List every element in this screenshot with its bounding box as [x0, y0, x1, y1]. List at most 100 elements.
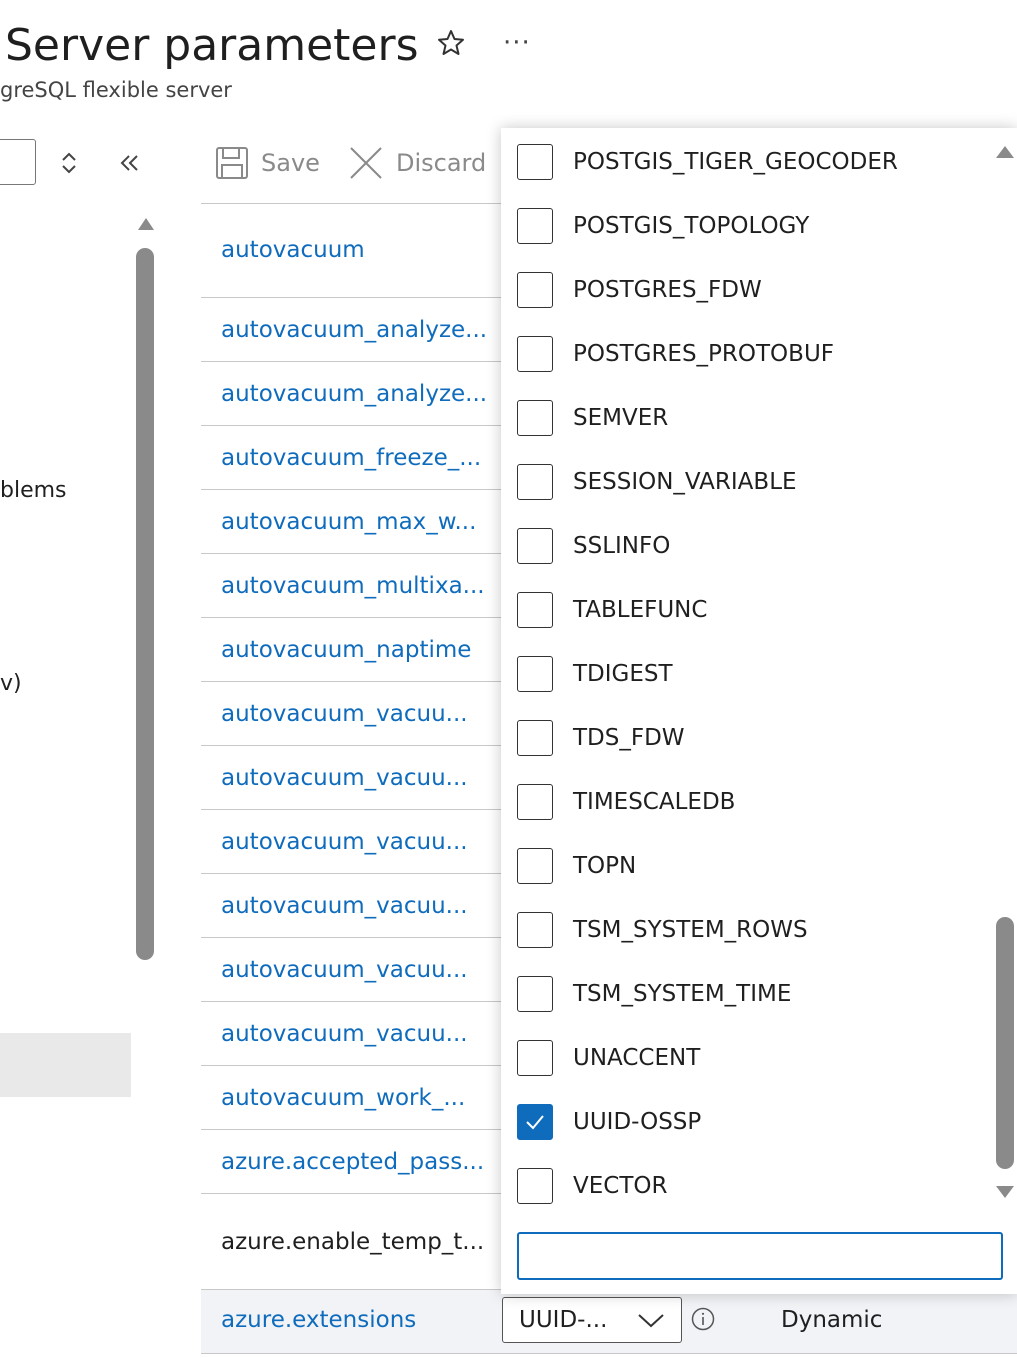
option-label: POSTGIS_TOPOLOGY [573, 213, 810, 239]
checkbox[interactable] [517, 976, 553, 1012]
table-row[interactable]: autovacuum_freeze_... [201, 426, 501, 490]
parameter-name-link[interactable]: autovacuum [201, 237, 491, 263]
checkbox[interactable] [517, 784, 553, 820]
parameter-name-link[interactable]: autovacuum_vacuu... [201, 765, 491, 791]
scroll-up-icon[interactable] [995, 144, 1015, 160]
table-row[interactable]: autovacuum_vacuu... [201, 1002, 501, 1066]
option-postgres-fdw[interactable]: POSTGRES_FDW [517, 269, 762, 311]
option-label: TDS_FDW [573, 725, 685, 751]
page-title: Server parameters [5, 20, 419, 71]
parameter-name-link[interactable]: autovacuum_multixa... [201, 573, 491, 599]
checkbox[interactable] [517, 464, 553, 500]
option-label: TOPN [573, 853, 637, 879]
checkbox[interactable] [517, 848, 553, 884]
parameter-name-link[interactable]: autovacuum_max_w... [201, 509, 491, 535]
checkbox[interactable] [517, 1040, 553, 1076]
option-timescaledb[interactable]: TIMESCALEDB [517, 781, 735, 823]
table-row[interactable]: autovacuum [201, 203, 501, 298]
checkbox[interactable] [517, 912, 553, 948]
option-tsm-system-time[interactable]: TSM_SYSTEM_TIME [517, 973, 791, 1015]
checkbox[interactable] [517, 400, 553, 436]
table-row[interactable]: autovacuum_vacuu... [201, 810, 501, 874]
more-icon[interactable]: ··· [503, 28, 531, 58]
table-row[interactable]: azure.accepted_pass... [201, 1130, 501, 1194]
option-unaccent[interactable]: UNACCENT [517, 1037, 700, 1079]
nav-item[interactable]: blems [0, 478, 67, 503]
checkbox[interactable] [517, 720, 553, 756]
scroll-down-icon[interactable] [995, 1184, 1015, 1200]
nav-item-selected[interactable] [0, 1033, 131, 1097]
extensions-value-dropdown[interactable]: UUID-... [502, 1297, 682, 1343]
parameter-name-link[interactable]: autovacuum_vacuu... [201, 829, 491, 855]
table-row[interactable]: autovacuum_work_... [201, 1066, 501, 1130]
checkbox[interactable] [517, 592, 553, 628]
discard-button-label: Discard [396, 149, 487, 177]
checkbox-checked[interactable] [517, 1104, 553, 1140]
info-icon[interactable] [691, 1307, 715, 1331]
parameter-name-link[interactable]: autovacuum_work_... [201, 1085, 491, 1111]
option-sslinfo[interactable]: SSLINFO [517, 525, 670, 567]
checkbox[interactable] [517, 656, 553, 692]
checkbox[interactable] [517, 336, 553, 372]
save-button-label: Save [261, 149, 320, 177]
parameter-name-link[interactable]: azure.accepted_pass... [201, 1149, 491, 1175]
table-row[interactable]: autovacuum_naptime [201, 618, 501, 682]
table-row[interactable]: autovacuum_vacuu... [201, 682, 501, 746]
option-tsm-system-rows[interactable]: TSM_SYSTEM_ROWS [517, 909, 808, 951]
option-label: POSTGRES_PROTOBUF [573, 341, 835, 367]
nav-search-input[interactable] [0, 139, 36, 185]
checkbox[interactable] [517, 208, 553, 244]
option-tdigest[interactable]: TDIGEST [517, 653, 673, 695]
option-label: VECTOR [573, 1173, 668, 1199]
discard-button[interactable]: Discard [348, 140, 486, 186]
option-postgis-tiger-geocoder[interactable]: POSTGIS_TIGER_GEOCODER [517, 141, 898, 183]
parameter-name-link[interactable]: autovacuum_vacuu... [201, 893, 491, 919]
option-postgis-topology[interactable]: POSTGIS_TOPOLOGY [517, 205, 809, 247]
save-button[interactable]: Save [215, 140, 320, 186]
option-uuid-ossp[interactable]: UUID-OSSP [517, 1101, 701, 1143]
nav-scroll-up-icon[interactable] [137, 216, 155, 232]
table-row[interactable]: azure.enable_temp_t... [201, 1194, 501, 1290]
option-label: SSLINFO [573, 533, 671, 559]
checkbox[interactable] [517, 144, 553, 180]
parameter-name-link[interactable]: autovacuum_analyze... [201, 317, 491, 343]
parameter-name-link[interactable]: azure.extensions [221, 1307, 416, 1333]
double-chevron-left-icon[interactable] [117, 152, 143, 174]
nav-item[interactable]: v) [0, 671, 22, 696]
table-row[interactable]: autovacuum_max_w... [201, 490, 501, 554]
parameter-name-link[interactable]: autovacuum_naptime [201, 637, 491, 663]
page-subtitle: greSQL flexible server [0, 78, 232, 102]
option-postgres-protobuf[interactable]: POSTGRES_PROTOBUF [517, 333, 834, 375]
option-label: TSM_SYSTEM_TIME [573, 981, 792, 1007]
table-row[interactable]: autovacuum_vacuu... [201, 938, 501, 1002]
option-session-variable[interactable]: SESSION_VARIABLE [517, 461, 797, 503]
dropdown-scrollbar-thumb[interactable] [996, 917, 1014, 1169]
parameter-name-link[interactable]: autovacuum_vacuu... [201, 957, 491, 983]
table-row[interactable]: autovacuum_multixa... [201, 554, 501, 618]
star-icon[interactable] [436, 28, 466, 58]
option-vector[interactable]: VECTOR [517, 1165, 667, 1207]
nav-scrollbar-thumb[interactable] [136, 248, 154, 960]
table-row[interactable]: autovacuum_analyze... [201, 362, 501, 426]
option-topn[interactable]: TOPN [517, 845, 636, 887]
checkbox[interactable] [517, 272, 553, 308]
table-row[interactable]: autovacuum_vacuu... [201, 874, 501, 938]
parameter-name-link[interactable]: autovacuum_analyze... [201, 381, 491, 407]
parameter-name: azure.enable_temp_t... [221, 1228, 485, 1255]
option-label: TIMESCALEDB [573, 789, 736, 815]
option-semver[interactable]: SEMVER [517, 397, 668, 439]
option-tablefunc[interactable]: TABLEFUNC [517, 589, 707, 631]
sort-icon[interactable] [58, 150, 80, 176]
checkbox[interactable] [517, 528, 553, 564]
option-tds-fdw[interactable]: TDS_FDW [517, 717, 685, 759]
save-icon [216, 147, 248, 179]
parameter-name-link[interactable]: autovacuum_vacuu... [201, 1021, 491, 1047]
extensions-dropdown-panel: POSTGIS_TIGER_GEOCODER POSTGIS_TOPOLOGY … [501, 128, 1017, 1294]
dropdown-filter-input[interactable] [517, 1232, 1003, 1280]
table-row[interactable]: autovacuum_analyze... [201, 298, 501, 362]
parameter-name-link[interactable]: autovacuum_vacuu... [201, 701, 491, 727]
checkbox[interactable] [517, 1168, 553, 1204]
table-row[interactable]: autovacuum_vacuu... [201, 746, 501, 810]
parameter-name-link[interactable]: autovacuum_freeze_... [201, 445, 491, 471]
close-icon [350, 147, 382, 179]
